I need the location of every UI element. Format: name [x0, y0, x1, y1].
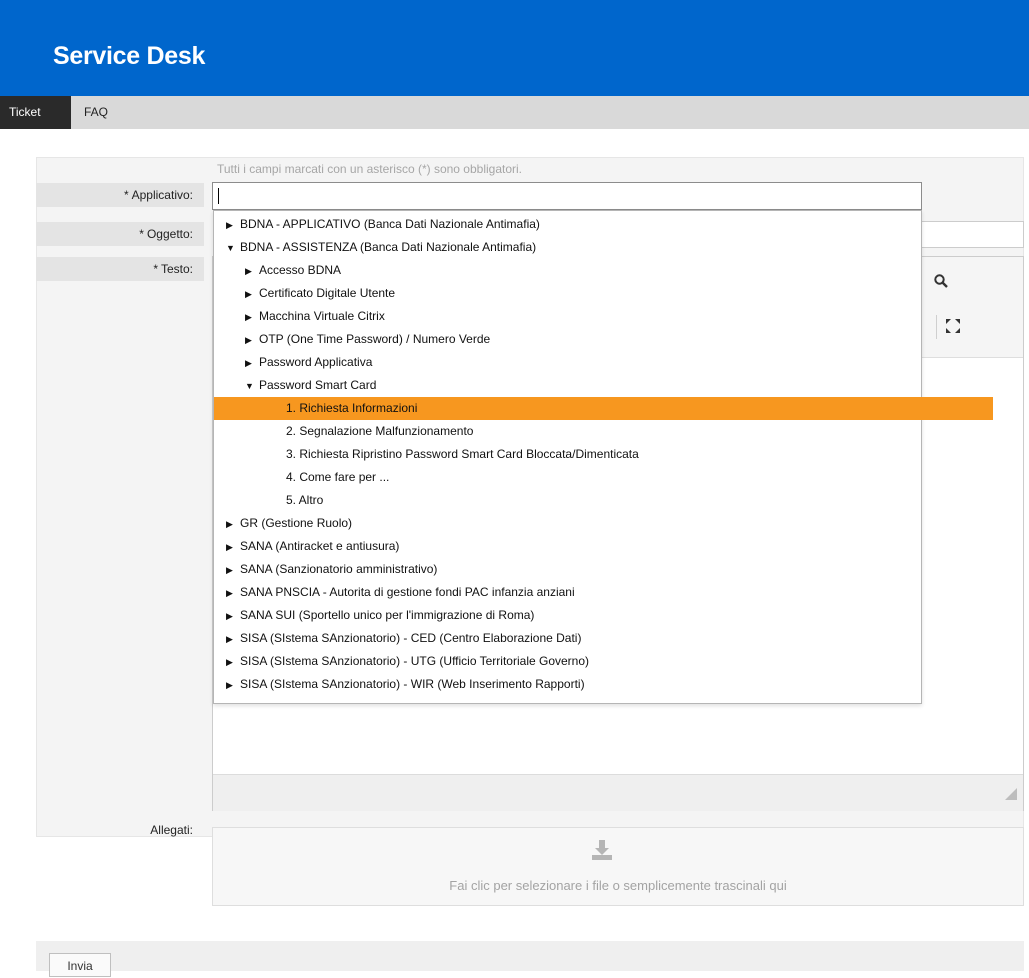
dropdown-option-label: BDNA - ASSISTENZA (Banca Dati Nazionale …	[240, 240, 537, 254]
dropdown-option-label: OTP (One Time Password) / Numero Verde	[259, 332, 491, 346]
dropdown-option[interactable]: ▶ SANA PNSCIA - Autorita di gestione fond…	[214, 581, 933, 604]
dropdown-option-label: 5. Altro	[286, 493, 324, 507]
attachment-dropzone[interactable]	[212, 827, 1024, 906]
required-hint: Tutti i campi marcati con un asterisco (…	[217, 162, 523, 176]
tab-faq[interactable]: FAQ	[75, 96, 117, 129]
allegati-label: Allegati:	[150, 823, 193, 837]
dropdown-option[interactable]: ▶ SANA (Antiracket e antiusura)	[214, 535, 933, 558]
caret-right-icon[interactable]: ▶	[226, 674, 240, 697]
dropdown-option[interactable]: ▶ GR (Gestione Ruolo)	[214, 512, 933, 535]
dropdown-option-label: SANA (Antiracket e antiusura)	[240, 539, 400, 553]
caret-right-icon[interactable]: ▶	[245, 329, 259, 352]
oggetto-input[interactable]	[920, 221, 1024, 248]
attachment-hint: Fai clic per selezionare i file o sempli…	[449, 878, 787, 893]
tab-ticket[interactable]: Ticket	[0, 96, 71, 129]
dropdown-option-label: SISA (SIstema SAnzionatorio) - WIR (Web …	[240, 677, 585, 691]
oggetto-label: * Oggetto:	[36, 222, 204, 246]
upload-icon	[592, 840, 612, 863]
text-cursor	[218, 188, 219, 204]
caret-right-icon[interactable]: ▶	[245, 260, 259, 283]
dropdown-option-label: SANA SUI (Sportello unico per l'immigraz…	[240, 608, 535, 622]
dropdown-option[interactable]: ▼ Password Smart Card	[214, 374, 952, 397]
caret-right-icon[interactable]: ▶	[226, 214, 240, 237]
required-star: *	[139, 227, 144, 241]
dropdown-option[interactable]: 3. Richiesta Ripristino Password Smart C…	[214, 443, 993, 466]
dropdown-option-label: SISA (SIstema SAnzionatorio) - UTG (Uffi…	[240, 654, 590, 668]
caret-down-icon[interactable]: ▼	[245, 375, 259, 398]
dropdown-option[interactable]: ▶ SISA (SIstema SAnzionatorio) - CED (Cen…	[214, 627, 933, 650]
applicativo-input[interactable]	[212, 182, 922, 210]
nav-bar: Ticket FAQ	[0, 96, 1029, 129]
caret-right-icon[interactable]: ▶	[226, 605, 240, 628]
app-header: Service Desk	[0, 0, 1029, 96]
submit-bar	[36, 941, 1024, 971]
required-star: *	[153, 262, 158, 276]
caret-down-icon[interactable]: ▼	[226, 237, 240, 260]
dropdown-option-label: SANA PNSCIA - Autorita di gestione fondi…	[240, 585, 575, 599]
dropdown-option-selected[interactable]: 1. Richiesta Informazioni	[214, 397, 993, 420]
send-button[interactable]: Invia	[49, 953, 111, 977]
dropdown-option[interactable]: 2. Segnalazione Malfunzionamento	[214, 420, 993, 443]
caret-right-icon[interactable]: ▶	[245, 352, 259, 375]
dropdown-option[interactable]: ▶ Macchina Virtuale Citrix	[214, 305, 952, 328]
dropdown-option-label: 4. Come fare per ...	[286, 470, 390, 484]
dropdown-option[interactable]: ▶ Accesso BDNA	[214, 259, 952, 282]
dropdown-option-label: 1. Richiesta Informazioni	[286, 401, 418, 415]
dropdown-option-label: Password Smart Card	[259, 378, 377, 392]
applicativo-dropdown[interactable]: ▶ BDNA - APPLICATIVO (Banca Dati Nazional…	[213, 210, 993, 704]
dropdown-option[interactable]: ▶ Password Applicativa	[214, 351, 952, 374]
dropdown-option[interactable]: ▶ SANA SUI (Sportello unico per l'immigra…	[214, 604, 933, 627]
dropdown-option-label: 3. Richiesta Ripristino Password Smart C…	[286, 447, 639, 461]
dropdown-option-label: SISA (SIstema SAnzionatorio) - CED (Cent…	[240, 631, 582, 645]
resize-handle-icon[interactable]	[1005, 788, 1017, 800]
dropdown-option[interactable]: ▶ OTP (One Time Password) / Numero Verde	[214, 328, 952, 351]
required-star: *	[123, 188, 129, 202]
dropdown-option[interactable]: ▶ Certificato Digitale Utente	[214, 282, 952, 305]
dropdown-option-label: SANA (Sanzionatorio amministrativo)	[240, 562, 438, 576]
dropdown-option[interactable]: 5. Altro	[214, 489, 993, 512]
applicativo-label: * Applicativo:	[36, 183, 204, 207]
dropdown-option[interactable]: ▼ BDNA - ASSISTENZA (Banca Dati Nazionale…	[214, 236, 933, 259]
dropdown-option-label: Password Applicativa	[259, 355, 373, 369]
testo-label: * Testo:	[36, 257, 204, 281]
caret-right-icon[interactable]: ▶	[226, 536, 240, 559]
caret-right-icon[interactable]: ▶	[226, 513, 240, 536]
app-title: Service Desk	[53, 42, 206, 70]
dropdown-option[interactable]: ▶ SANA (Sanzionatorio amministrativo)	[214, 558, 933, 581]
dropdown-option[interactable]: 4. Come fare per ...	[214, 466, 993, 489]
dropdown-option-label: 2. Segnalazione Malfunzionamento	[286, 424, 474, 438]
dropdown-option-label: GR (Gestione Ruolo)	[240, 516, 353, 530]
caret-right-icon[interactable]: ▶	[226, 559, 240, 582]
dropdown-option-label: Accesso BDNA	[259, 263, 342, 277]
caret-right-icon[interactable]: ▶	[226, 582, 240, 605]
caret-right-icon[interactable]: ▶	[226, 628, 240, 651]
editor-statusbar	[213, 774, 1023, 811]
dropdown-option[interactable]: ▶ SISA (SIstema SAnzionatorio) - UTG (Uff…	[214, 650, 933, 673]
caret-right-icon[interactable]: ▶	[226, 651, 240, 674]
caret-right-icon[interactable]: ▶	[245, 306, 259, 329]
caret-right-icon[interactable]: ▶	[245, 283, 259, 306]
dropdown-option[interactable]: ▶ BDNA - APPLICATIVO (Banca Dati Nazional…	[214, 213, 933, 236]
dropdown-option-label: Macchina Virtuale Citrix	[259, 309, 385, 323]
dropdown-option[interactable]: ▶ SISA (SIstema SAnzionatorio) - WIR (Web…	[214, 673, 933, 696]
dropdown-option-label: Certificato Digitale Utente	[259, 286, 396, 300]
dropdown-option-label: BDNA - APPLICATIVO (Banca Dati Nazionale…	[240, 217, 540, 231]
